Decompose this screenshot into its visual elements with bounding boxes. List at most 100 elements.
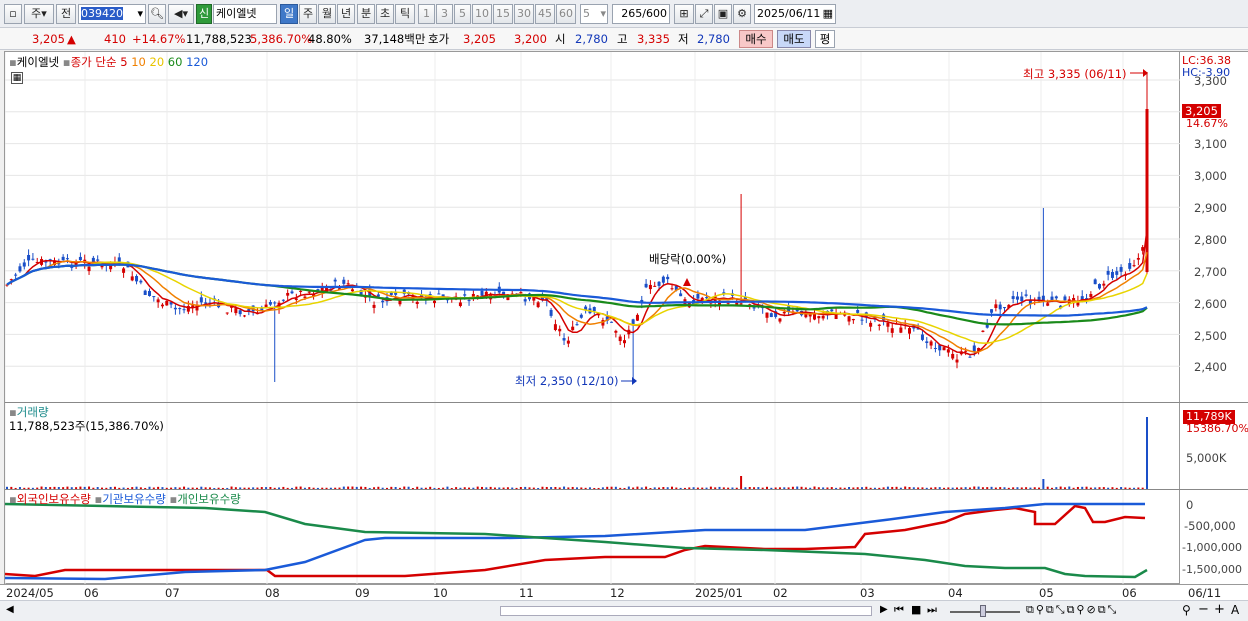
draw-tool-icon[interactable]: ⤢ (695, 4, 713, 24)
search-icon[interactable]: ⚲ (1182, 603, 1191, 617)
x-label: 08 (265, 586, 280, 600)
calendar-icon[interactable]: ▦ (823, 5, 833, 23)
candle-body (968, 356, 972, 358)
candle-body (908, 328, 911, 334)
candle-body (286, 292, 290, 296)
candle-body (657, 281, 661, 286)
y-tick-2600: 2,600 (1194, 297, 1227, 311)
panel-divider[interactable] (5, 489, 1181, 490)
period-minute-button[interactable]: 분 (357, 4, 375, 24)
candle-body (553, 324, 557, 331)
legend-ma10[interactable]: 10 (131, 55, 146, 69)
legend-foreign[interactable]: 외국인보유수량 (17, 492, 91, 506)
candle-body (480, 290, 484, 296)
period-year-button[interactable]: 년 (337, 4, 355, 24)
stock-name-field[interactable]: 케이엘넷 (213, 4, 277, 24)
period-day-button[interactable]: 일 (280, 4, 298, 24)
chart-area[interactable]: ▪케이엘넷 ▪종가 단순 5 10 20 60 120 ▦ 최고 3,335 (… (4, 51, 1181, 585)
zoom-handle[interactable] (980, 605, 986, 617)
font-size-icon[interactable]: A (1231, 603, 1239, 617)
candle-body (705, 297, 709, 299)
holding-tick-500k: -500,000 (1184, 519, 1236, 533)
period-week-button[interactable]: 주 (299, 4, 317, 24)
code-input[interactable]: 039420 ▾ (78, 4, 146, 24)
scroll-thumb[interactable] (500, 606, 872, 616)
preset-3[interactable]: 3 (436, 4, 453, 24)
candle-body (1015, 296, 1019, 300)
sell-button[interactable]: 매도 (777, 30, 811, 48)
preset-45[interactable]: 45 (535, 4, 555, 24)
legend-ma-title[interactable]: 종가 단순 (71, 55, 117, 69)
candle-body (1136, 257, 1140, 260)
candle-body (346, 283, 350, 285)
candle-body (96, 259, 100, 261)
prev-button[interactable]: 전 (56, 4, 76, 24)
search-icon[interactable]: 🔍︎ (148, 4, 166, 24)
gear-icon[interactable]: ⚙ (733, 4, 751, 24)
period-tick-button[interactable]: 틱 (395, 4, 415, 24)
save-icon[interactable]: ▣ (714, 4, 732, 24)
zoom-out-icon[interactable]: − (1198, 602, 1209, 617)
volume-tick: 5,000K (1186, 451, 1227, 465)
candle-body (1063, 296, 1067, 301)
candle-body (1145, 109, 1149, 272)
candle-body (592, 307, 596, 312)
current-price-tag: 3,205 (1182, 104, 1221, 118)
scroll-right-icon[interactable]: ▶ (880, 604, 888, 615)
candle-body (951, 353, 955, 359)
candle-body (156, 299, 160, 303)
y-axis[interactable]: LC:36.38 HC:-3.90 3,300 3,205 14.67% 3,1… (1180, 51, 1248, 584)
square-icon: ▪ (9, 55, 17, 69)
candle-body (946, 349, 950, 353)
preset-30[interactable]: 30 (514, 4, 534, 24)
preset-10[interactable]: 10 (472, 4, 492, 24)
change-pct: +14.67% (132, 32, 186, 46)
first-icon[interactable]: ⏮ (894, 603, 904, 617)
date-input[interactable]: 2025/06/11 ▦ (754, 4, 836, 24)
chevron-down-icon[interactable]: ▾ (137, 5, 143, 23)
candle-body (942, 347, 946, 351)
preset-60[interactable]: 60 (556, 4, 576, 24)
low-marker: 최저 2,350 (12/10) (515, 374, 619, 388)
period-second-button[interactable]: 초 (376, 4, 394, 24)
eval-button[interactable]: 평 (815, 30, 835, 48)
stop-icon[interactable]: ■ (911, 603, 921, 616)
x-label: 11 (519, 586, 534, 600)
bar-count-field[interactable]: 265/600 (612, 4, 670, 24)
quote-bar: 3,205 ▲ 410 +14.67% 11,788,523 5,386.70%… (0, 28, 1248, 50)
last-icon[interactable]: ⏭ (927, 603, 937, 617)
tool-icons[interactable]: ⧉⚲⧉⤡⧉⚲⊘⧉⤡ (1026, 603, 1118, 617)
legend-stock-name[interactable]: 케이엘넷 (17, 55, 59, 69)
type-select[interactable]: 주▾ (24, 4, 54, 24)
type-label: 주 (31, 7, 42, 20)
chevron-down-icon[interactable]: ▾ (600, 5, 606, 23)
zoom-in-icon[interactable]: + (1214, 602, 1225, 617)
buy-button[interactable]: 매수 (739, 30, 773, 48)
count-select[interactable]: 5 ▾ (580, 4, 608, 24)
indicator-icon[interactable]: ⊞ (674, 4, 694, 24)
scroll-left-icon[interactable]: ◀ (6, 604, 14, 615)
window-icon[interactable]: ▫ (4, 4, 22, 24)
legend-ma60[interactable]: 60 (168, 55, 183, 69)
table-icon[interactable]: ▦ (11, 72, 23, 84)
candle-body (847, 316, 851, 322)
candle-body (122, 268, 126, 273)
candle-body (890, 328, 894, 333)
period-month-button[interactable]: 월 (318, 4, 336, 24)
speaker-icon[interactable]: ◀▾ (168, 4, 194, 24)
bar-max: /600 (642, 7, 667, 20)
legend-institution[interactable]: 기관보유수량 (102, 492, 165, 506)
legend-individual[interactable]: 개인보유수량 (177, 492, 240, 506)
preset-1[interactable]: 1 (418, 4, 435, 24)
scroll-bar[interactable]: ◀ ▶ ⏮ ■ ⏭ ⧉⚲⧉⤡⧉⚲⊘⧉⤡ ⚲ − + A (0, 600, 1248, 621)
legend-ma20[interactable]: 20 (150, 55, 165, 69)
panel-divider[interactable] (5, 402, 1181, 403)
legend-ma5[interactable]: 5 (120, 55, 127, 69)
preset-15[interactable]: 15 (493, 4, 513, 24)
candle-body (679, 293, 683, 297)
volume-title[interactable]: 거래량 (17, 405, 49, 419)
holding-line-2 (5, 502, 1148, 579)
candle-body (817, 316, 821, 319)
preset-5[interactable]: 5 (454, 4, 471, 24)
legend-ma120[interactable]: 120 (186, 55, 208, 69)
